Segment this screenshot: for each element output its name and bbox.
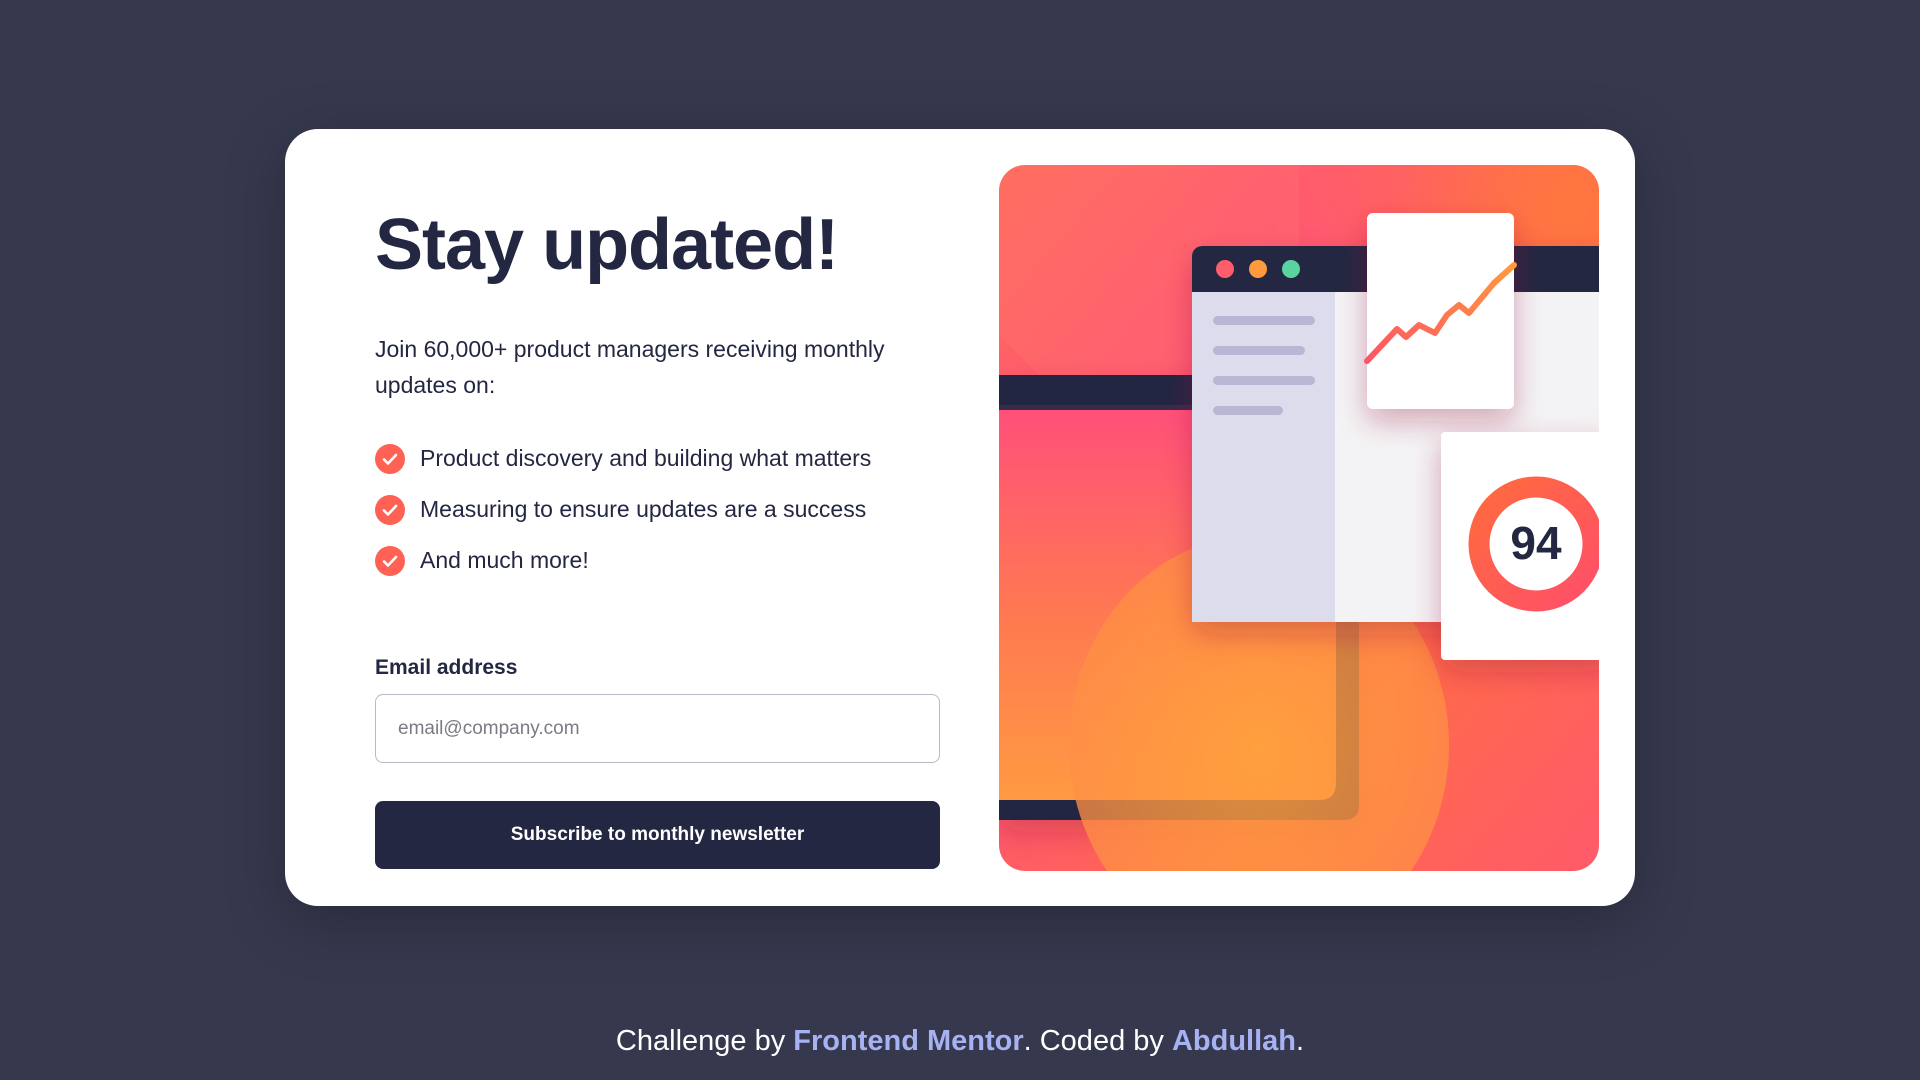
footer-prefix: Challenge by: [615, 1025, 794, 1057]
intro-text: Join 60,000+ product managers receiving …: [375, 336, 885, 398]
feature-label: And much more!: [420, 547, 589, 573]
check-circle-icon: [375, 494, 405, 525]
email-label: Email address: [375, 656, 518, 679]
page-title: Stay updated!: [375, 205, 839, 285]
footer-middle: . Coded by: [1023, 1025, 1172, 1057]
feature-label: Measuring to ensure updates are a succes…: [420, 496, 867, 522]
newsletter-card: Stay updated! Join 60,000+ product manag…: [285, 129, 1635, 906]
feature-list: Product discovery and building what matt…: [375, 433, 940, 586]
list-item: Measuring to ensure updates are a succes…: [375, 484, 940, 535]
footer-suffix: .: [1296, 1025, 1305, 1057]
author-link[interactable]: Abdullah: [1172, 1025, 1296, 1057]
newsletter-content: Stay updated! Join 60,000+ product manag…: [375, 209, 940, 869]
list-item: Product discovery and building what matt…: [375, 433, 940, 484]
email-field[interactable]: [375, 694, 940, 763]
check-circle-icon: [375, 443, 405, 474]
feature-label: Product discovery and building what matt…: [420, 445, 872, 471]
hero-illustration: 94: [999, 165, 1599, 871]
score-value: 94: [1510, 517, 1562, 569]
attribution-footer: Challenge by Frontend Mentor. Coded by A…: [0, 1025, 1920, 1058]
illustration-art: 94: [999, 165, 1599, 871]
list-item: And much more!: [375, 535, 940, 586]
check-circle-icon: [375, 545, 405, 576]
subscribe-button[interactable]: Subscribe to monthly newsletter: [375, 801, 940, 869]
frontend-mentor-link[interactable]: Frontend Mentor: [793, 1025, 1023, 1057]
